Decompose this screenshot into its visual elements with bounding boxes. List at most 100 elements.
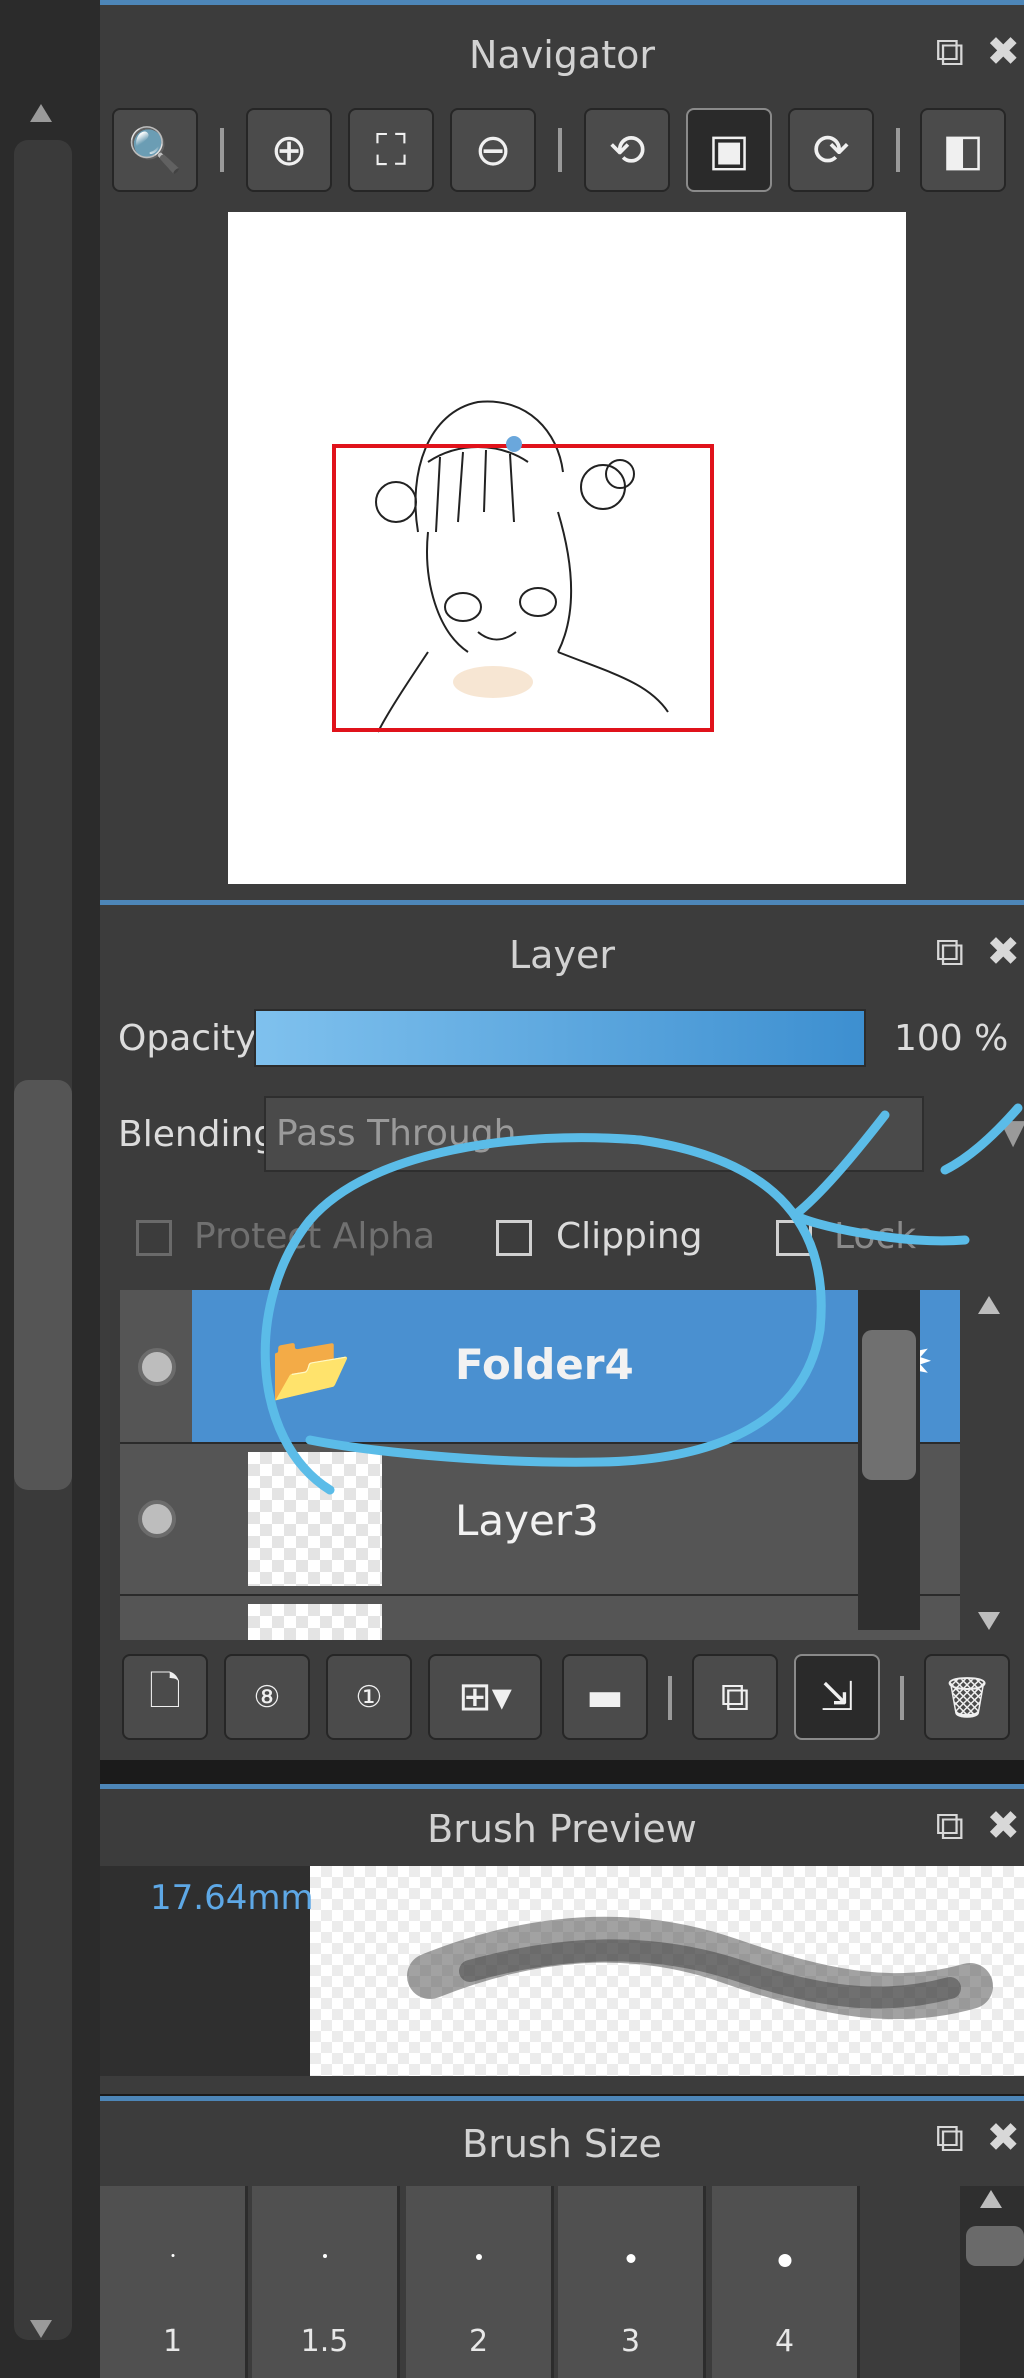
popout-icon[interactable]: ⧉ (935, 22, 964, 82)
navigator-title: Navigator (469, 33, 655, 77)
layer-row-folder4[interactable]: 📂 Folder4 ✹ (120, 1290, 960, 1444)
merge-layer-button[interactable]: ⇲ (794, 1654, 880, 1740)
add-layer-icon: ⊞▾ (458, 1674, 512, 1720)
brush-size-label: 3 (620, 2324, 641, 2359)
visibility-toggle[interactable] (138, 1348, 176, 1386)
lock-checkbox[interactable] (776, 1220, 812, 1256)
new-8bit-layer-button[interactable]: ⑧ (224, 1654, 310, 1740)
visibility-toggle[interactable] (138, 1500, 176, 1538)
zoom-out-button[interactable]: ⊖ (450, 108, 536, 192)
new-1bit-layer-button[interactable]: ① (326, 1654, 412, 1740)
brush-size-cell[interactable]: 1.5 (252, 2186, 400, 2378)
brush-size-cell[interactable]: 3 (558, 2186, 706, 2378)
close-icon[interactable]: ✖ (986, 1796, 1020, 1856)
rotate-left-button[interactable]: ⟲ (584, 108, 670, 192)
flip-button[interactable]: ◧ (920, 108, 1006, 192)
toolbar-separator (900, 1676, 904, 1720)
protect-alpha-checkbox[interactable] (136, 1220, 172, 1256)
fit-screen-icon: ⛶ (375, 124, 407, 176)
toolbar-separator (668, 1676, 672, 1720)
zoom-out-icon: ⊖ (474, 124, 512, 176)
new-folder-button[interactable]: ▬ (562, 1654, 648, 1740)
add-layer-dropdown-button[interactable]: ⊞▾ (428, 1654, 542, 1740)
rotate-right-button[interactable]: ⟳ (788, 108, 874, 192)
brush-stroke-icon (407, 1916, 993, 2020)
popout-icon[interactable]: ⧉ (935, 1796, 964, 1856)
opacity-value: 100 % (894, 1018, 1009, 1059)
brush-size-readout: 17.64mm (150, 1878, 314, 1918)
layer-scroll-up-icon[interactable] (978, 1296, 1000, 1314)
toolbar-separator (220, 128, 224, 172)
lock-label: Lock (834, 1216, 917, 1257)
brush-size-scroll-up-icon[interactable] (980, 2190, 1002, 2208)
brush-size-scrollbar-track[interactable] (960, 2186, 1024, 2378)
toolbar-separator (896, 128, 900, 172)
new-1bit-layer-icon: ① (355, 1679, 383, 1715)
new-layer-button[interactable]: 🗋 (122, 1654, 208, 1740)
popout-icon[interactable]: ⧉ (935, 922, 964, 982)
brush-stroke-preview (310, 1866, 1024, 2076)
zoom-actual-icon: 🔍 (127, 125, 183, 176)
fit-screen-button[interactable]: ⛶ (348, 108, 434, 192)
flip-icon: ◧ (942, 124, 984, 176)
blending-label: Blending (118, 1114, 277, 1155)
scroll-up-arrow-icon[interactable] (30, 104, 52, 122)
protect-alpha-label: Protect Alpha (194, 1216, 436, 1257)
brush-size-dot (778, 2254, 791, 2267)
layer-name: Folder4 (455, 1340, 634, 1389)
navigator-view-rectangle[interactable] (332, 444, 714, 732)
navigator-rotation-handle[interactable] (506, 436, 522, 452)
layer-row-partial[interactable] (120, 1596, 960, 1640)
brush-preview-title: Brush Preview (427, 1807, 697, 1851)
fit-window-icon: ▣ (708, 124, 750, 176)
layer-list: 📂 Folder4 ✹ Layer3 (110, 1290, 960, 1640)
popout-icon[interactable]: ⧉ (935, 2108, 964, 2168)
zoom-actual-button[interactable]: 🔍 (112, 108, 198, 192)
brush-size-cell[interactable]: 2 (406, 2186, 554, 2378)
rotate-right-icon: ⟳ (812, 124, 850, 176)
close-icon[interactable]: ✖ (986, 2108, 1020, 2168)
folder-icon: 📂 (270, 1330, 353, 1407)
brush-size-dot (475, 2254, 482, 2260)
brush-size-label: 2 (468, 2324, 489, 2359)
layer-scroll-down-icon[interactable] (978, 1612, 1000, 1630)
brush-size-label: 1.5 (300, 2324, 349, 2359)
brush-size-title: Brush Size (462, 2122, 662, 2166)
close-icon[interactable]: ✖ (986, 22, 1020, 82)
trash-icon: 🗑 (941, 1674, 993, 1721)
brush-size-cell[interactable]: 4 (712, 2186, 860, 2378)
duplicate-layer-button[interactable]: ⧉ (692, 1654, 778, 1740)
delete-layer-button[interactable]: 🗑 (924, 1654, 1010, 1740)
brush-size-label: 1 (162, 2324, 183, 2359)
layer-panel-title: Layer (509, 933, 615, 977)
layer-thumbnail (248, 1604, 382, 1640)
opacity-label: Opacity (118, 1018, 257, 1059)
merge-icon: ⇲ (820, 1674, 854, 1720)
brush-size-scrollbar-thumb[interactable] (966, 2226, 1024, 2266)
layer-scrollbar-thumb[interactable] (862, 1330, 916, 1480)
fit-window-button[interactable]: ▣ (686, 108, 772, 192)
brush-size-dot (322, 2254, 327, 2258)
clipping-label: Clipping (556, 1216, 703, 1257)
layer-thumbnail (248, 1452, 382, 1586)
close-icon[interactable]: ✖ (986, 922, 1020, 982)
opacity-slider[interactable] (254, 1009, 866, 1067)
layer-row-layer3[interactable]: Layer3 (120, 1444, 960, 1596)
duplicate-icon: ⧉ (720, 1674, 750, 1720)
rotate-left-icon: ⟲ (608, 124, 646, 176)
new-8bit-layer-icon: ⑧ (253, 1679, 281, 1715)
scroll-down-arrow-icon[interactable] (30, 2320, 52, 2338)
brush-size-dot (171, 2254, 174, 2257)
chevron-down-icon: ▼ (1000, 1112, 1024, 1152)
blending-select[interactable]: Pass Through (264, 1096, 924, 1172)
zoom-in-button[interactable]: ⊕ (246, 108, 332, 192)
toolbar-separator (558, 128, 562, 172)
clipping-checkbox[interactable] (496, 1220, 532, 1256)
layer-name: Layer3 (455, 1496, 599, 1545)
zoom-in-icon: ⊕ (270, 124, 308, 176)
left-scrollbar-thumb[interactable] (14, 1080, 72, 1490)
brush-size-cell[interactable]: 1 (100, 2186, 248, 2378)
brush-size-label: 4 (774, 2324, 795, 2359)
brush-size-dot (626, 2254, 635, 2263)
folder-icon: ▬ (586, 1674, 624, 1720)
